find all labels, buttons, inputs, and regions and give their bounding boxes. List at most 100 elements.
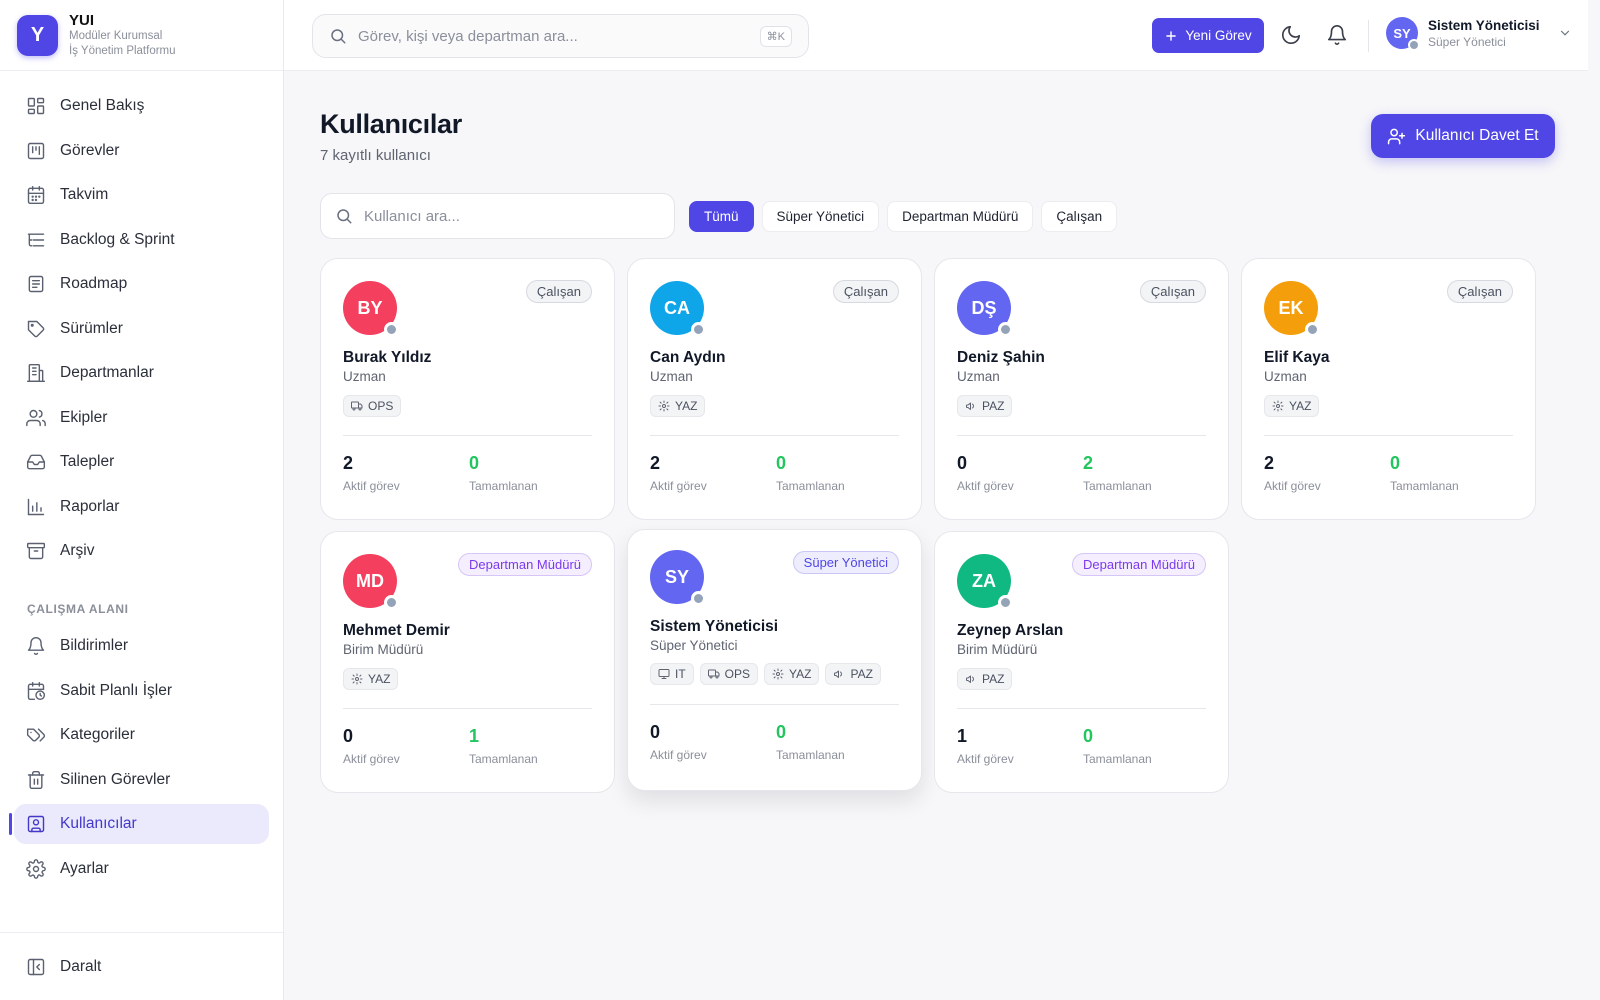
- completed-tasks-label: Tamamlanan: [1083, 479, 1152, 493]
- completed-tasks-label: Tamamlanan: [469, 479, 538, 493]
- completed-tasks-count: 0: [1083, 726, 1094, 746]
- sidebar-item-talepler[interactable]: Talepler: [14, 442, 269, 482]
- user-profile-menu[interactable]: SY Sistem Yöneticisi Süper Yönetici: [1386, 17, 1572, 51]
- cog-icon: [351, 673, 363, 685]
- department-tags: OPS: [343, 395, 402, 417]
- avatar-initials: SY: [1393, 25, 1411, 41]
- completed-tasks-label: Tamamlanan: [776, 748, 845, 762]
- role-badge: Çalışan: [832, 280, 899, 303]
- sidebar-item-ayarlar[interactable]: Ayarlar: [14, 849, 269, 889]
- user-title: Uzman: [650, 369, 693, 384]
- presence-indicator: [1305, 322, 1320, 337]
- role-badge: Departman Müdürü: [1072, 553, 1206, 576]
- filter-chip-calisan[interactable]: Çalışan: [1041, 201, 1118, 232]
- avatar: DŞ: [957, 281, 1013, 337]
- collapse-sidebar-button[interactable]: Daralt: [14, 947, 269, 987]
- user-card[interactable]: CA Çalışan Can Aydın Uzman YAZ 2 Aktif görev 0 T…: [627, 258, 922, 520]
- sidebar-item-kategoriler[interactable]: Kategoriler: [14, 715, 269, 755]
- department-tag: PAZ: [825, 663, 881, 685]
- sidebar-item-roadmap[interactable]: Roadmap: [14, 264, 269, 304]
- profile-role: Süper Yönetici: [1428, 34, 1506, 49]
- user-search-input[interactable]: Kullanıcı ara...: [320, 193, 675, 239]
- cog-icon: [1272, 400, 1284, 412]
- dark-mode-toggle[interactable]: [1279, 23, 1303, 47]
- sidebar-item-label: Talepler: [60, 453, 115, 470]
- card-divider: [1264, 435, 1513, 436]
- active-tasks-label: Aktif görev: [650, 479, 707, 493]
- completed-tasks-label: Tamamlanan: [776, 479, 845, 493]
- filter-chip-tumu[interactable]: Tümü: [689, 201, 754, 232]
- calendar-clock-icon: [26, 681, 46, 701]
- sidebar-item-genel-bakis[interactable]: Genel Bakış: [14, 86, 269, 126]
- calendar-icon: [26, 185, 46, 205]
- user-plus-icon: [1388, 128, 1406, 144]
- role-badge: Süper Yönetici: [792, 551, 899, 574]
- sidebar-item-label: Backlog & Sprint: [60, 230, 175, 248]
- avatar-initials: EK: [1278, 297, 1304, 318]
- role-badge: Departman Müdürü: [458, 553, 592, 576]
- tag-icon: [26, 319, 46, 339]
- sidebar-item-raporlar[interactable]: Raporlar: [14, 487, 269, 527]
- completed-tasks-label: Tamamlanan: [1390, 479, 1459, 493]
- brand-logo[interactable]: Y: [17, 14, 58, 56]
- notifications-button[interactable]: [1325, 23, 1349, 47]
- user-name: Elif Kaya: [1264, 349, 1330, 366]
- sidebar-item-surumler[interactable]: Sürümler: [14, 309, 269, 349]
- department-code: YAZ: [1289, 399, 1312, 413]
- sidebar-item-arsiv[interactable]: Arşiv: [14, 531, 269, 571]
- card-divider: [957, 708, 1206, 709]
- active-tasks-count: 2: [1264, 453, 1275, 473]
- user-card[interactable]: ZA Departman Müdürü Zeynep Arslan Birim Müd…: [934, 531, 1229, 793]
- user-title: Uzman: [1264, 369, 1307, 384]
- archive-icon: [26, 541, 46, 561]
- active-tasks-label: Aktif görev: [343, 479, 400, 493]
- user-search-placeholder: Kullanıcı ara...: [364, 207, 460, 225]
- user-card[interactable]: DŞ Çalışan Deniz Şahin Uzman PAZ 0 Aktif görev…: [934, 258, 1229, 520]
- user-card[interactable]: MD Departman Müdürü Mehmet Demir Birim Müdü…: [320, 531, 615, 793]
- user-card[interactable]: BY Çalışan Burak Yıldız Uzman OPS 2 Aktif göre…: [320, 258, 615, 520]
- invite-user-button[interactable]: Kullanıcı Davet Et: [1371, 114, 1555, 158]
- sidebar: Y YUI Modüler Kurumsal İş Yönetim Platfo…: [0, 0, 284, 1000]
- sidebar-item-takvim[interactable]: Takvim: [14, 175, 269, 215]
- active-tasks-label: Aktif görev: [957, 479, 1014, 493]
- sidebar-item-gorevler[interactable]: Görevler: [14, 131, 269, 171]
- avatar-initials: BY: [357, 297, 383, 318]
- user-card[interactable]: EK Çalışan Elif Kaya Uzman YAZ 2 Aktif görev 0 T…: [1241, 258, 1536, 520]
- sidebar-item-kullanicilar[interactable]: Kullanıcılar: [9, 804, 269, 844]
- card-divider: [343, 435, 592, 436]
- cog-icon: [658, 400, 670, 412]
- filter-chip-departman-muduru[interactable]: Departman Müdürü: [887, 201, 1034, 232]
- sidebar-item-label: Sabit Planlı İşler: [60, 681, 172, 699]
- sidebar-item-ekipler[interactable]: Ekipler: [14, 398, 269, 438]
- brand-subtitle-line1: Modüler Kurumsal: [69, 29, 163, 42]
- search-shortcut-hint: ⌘K: [759, 26, 792, 47]
- department-tags: IT OPS YAZ PAZ: [650, 663, 881, 685]
- filter-chip-super-yonetici[interactable]: Süper Yönetici: [761, 201, 880, 232]
- monitor-icon: [658, 668, 670, 680]
- global-search-placeholder: Görev, kişi veya departman ara...: [358, 27, 578, 45]
- collapse-label: Daralt: [60, 958, 102, 975]
- sidebar-item-departmanlar[interactable]: Departmanlar: [14, 353, 269, 393]
- dashboard-icon: [26, 96, 46, 116]
- sidebar-item-backlog-sprint[interactable]: Backlog & Sprint: [14, 220, 269, 260]
- brand-text: YUI Modüler Kurumsal İş Yönetim Platform…: [69, 12, 176, 59]
- department-code: IT: [675, 667, 686, 681]
- user-card[interactable]: SY Süper Yönetici Sistem Yöneticisi Süper Y…: [627, 529, 922, 791]
- avatar-initials: DŞ: [971, 297, 997, 318]
- completed-tasks-count: 0: [1390, 453, 1401, 473]
- active-tasks-count: 0: [343, 726, 354, 746]
- sidebar-item-bildirimler[interactable]: Bildirimler: [14, 626, 269, 666]
- active-tasks-stat: 1 Aktif görev: [957, 726, 1014, 766]
- new-task-button[interactable]: Yeni Görev: [1152, 18, 1264, 53]
- main-content: Kullanıcılar 7 kayıtlı kullanıcı Kullanı…: [284, 71, 1588, 1000]
- global-search-input[interactable]: Görev, kişi veya departman ara... ⌘K: [312, 14, 809, 58]
- active-tasks-count: 2: [650, 453, 661, 473]
- completed-tasks-count: 0: [776, 722, 787, 742]
- avatar: CA: [650, 281, 706, 337]
- user-title: Uzman: [343, 369, 386, 384]
- department-code: PAZ: [982, 399, 1005, 413]
- sidebar-item-silinen-gorevler[interactable]: Silinen Görevler: [14, 760, 269, 800]
- building-icon: [26, 363, 46, 383]
- active-tasks-count: 0: [957, 453, 968, 473]
- sidebar-item-sabit-planli-isler[interactable]: Sabit Planlı İşler: [14, 671, 269, 711]
